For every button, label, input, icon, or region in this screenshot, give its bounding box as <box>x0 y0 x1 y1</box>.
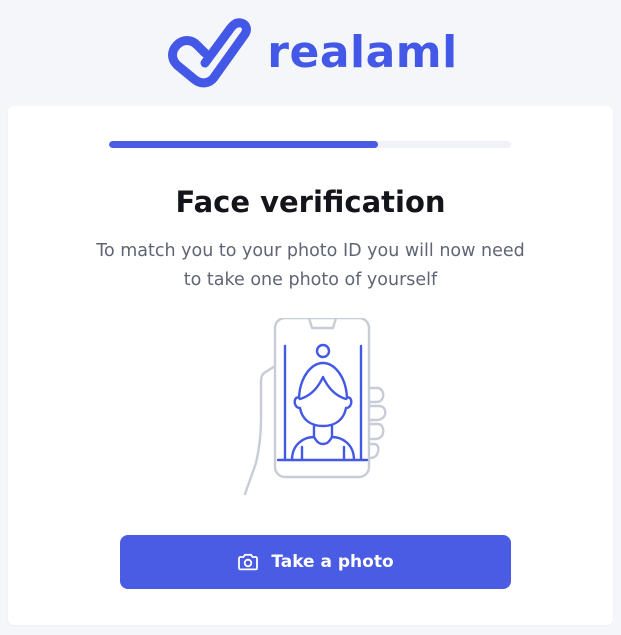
verification-progress-fill <box>109 141 379 148</box>
camera-icon <box>238 553 259 571</box>
page-title: Face verification <box>175 185 446 219</box>
take-photo-label: Take a photo <box>271 552 394 572</box>
brand-name: realaml <box>267 27 458 78</box>
phone-selfie-illustration-icon <box>243 318 387 496</box>
brand-header: realaml <box>0 14 621 90</box>
page: realaml Face verification To match you t… <box>0 0 621 635</box>
take-photo-button[interactable]: Take a photo <box>120 535 511 589</box>
verification-description: To match you to your photo ID you will n… <box>96 241 525 290</box>
check-heart-logo-icon <box>168 18 252 88</box>
verification-progress-track <box>109 141 511 148</box>
verification-card: Face verification To match you to your p… <box>8 106 613 625</box>
